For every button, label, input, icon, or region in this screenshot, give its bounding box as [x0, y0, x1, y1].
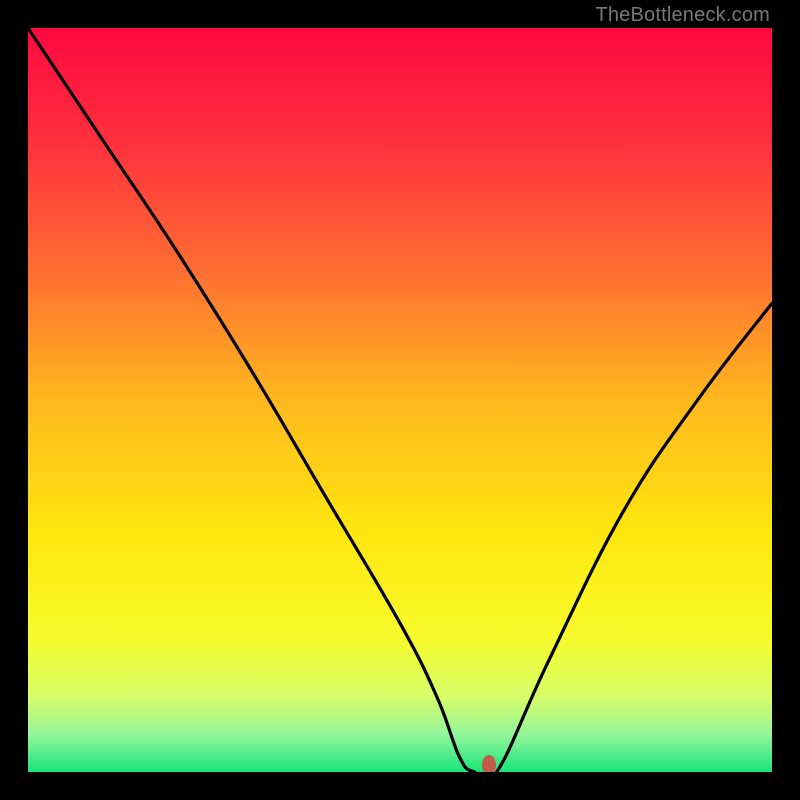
- plot-area: [28, 28, 772, 772]
- curve-layer: [28, 28, 772, 772]
- chart-frame: TheBottleneck.com: [0, 0, 800, 800]
- minimum-marker: [482, 755, 496, 772]
- watermark-text: TheBottleneck.com: [595, 4, 770, 27]
- bottleneck-curve: [28, 28, 772, 772]
